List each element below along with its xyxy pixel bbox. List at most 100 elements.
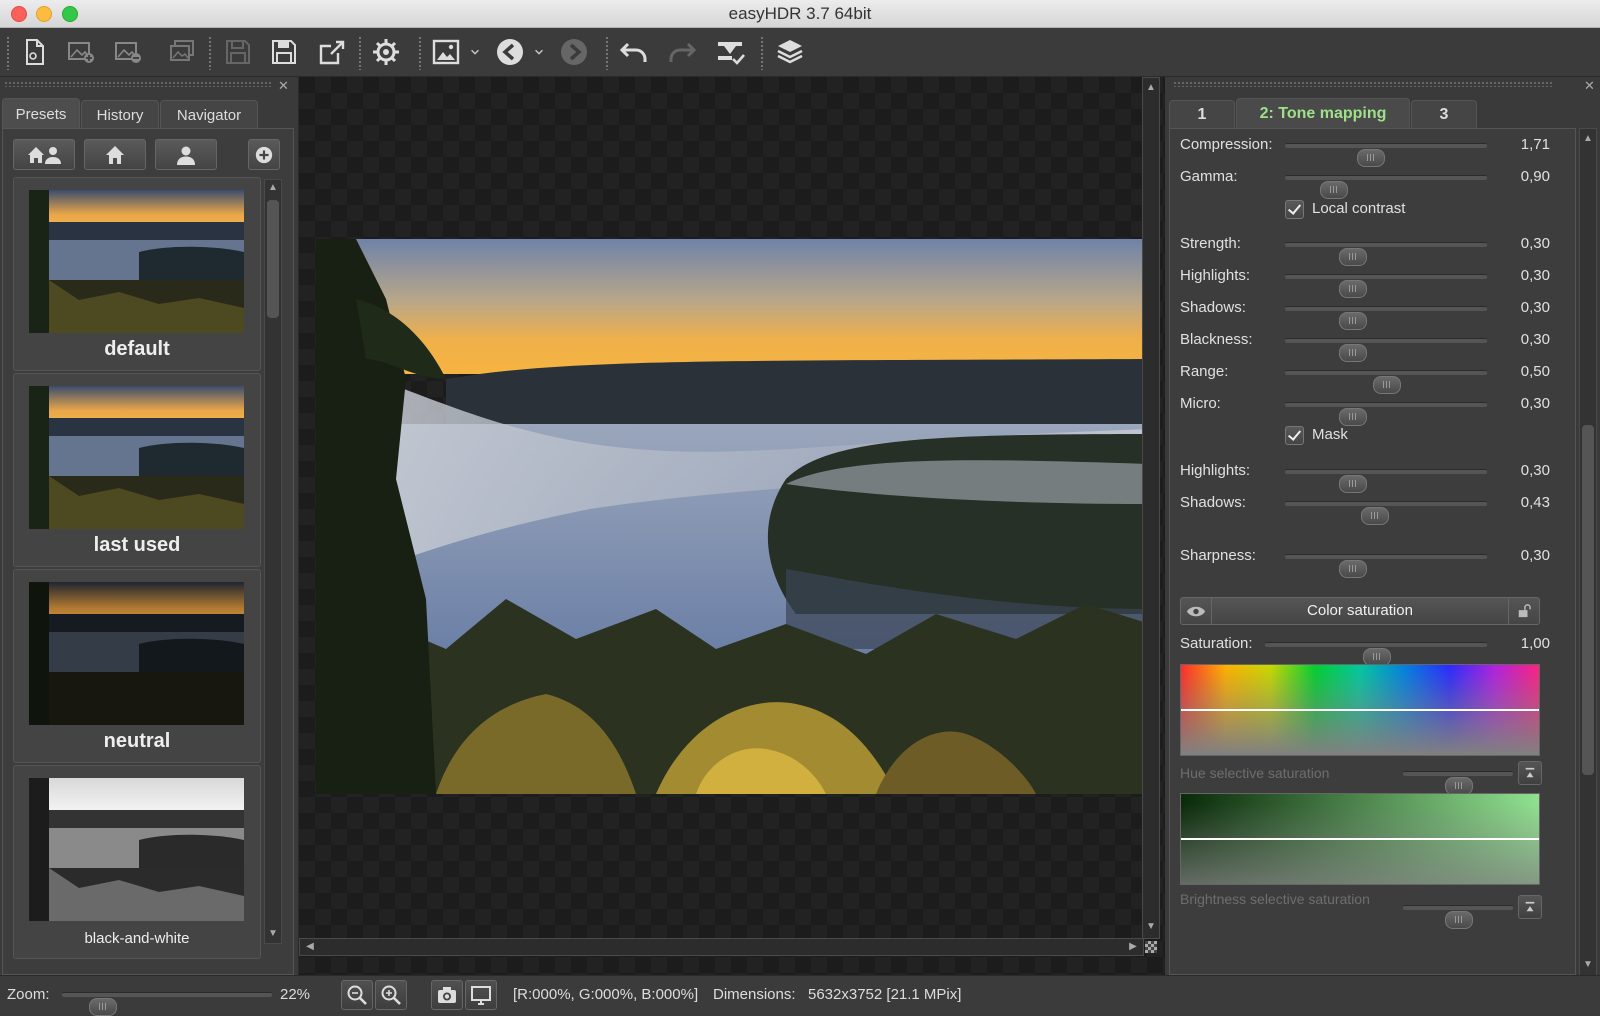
scroll-down-icon[interactable]: ▼ — [265, 928, 281, 939]
scroll-up-icon[interactable]: ▲ — [1143, 82, 1159, 93]
visibility-toggle[interactable] — [1181, 598, 1212, 624]
hdr-image-preview[interactable] — [316, 239, 1150, 794]
compression-slider[interactable] — [1285, 143, 1487, 167]
image-view-dropdown[interactable] — [468, 34, 482, 70]
all-presets-button[interactable] — [13, 139, 75, 170]
settings-scrollbar[interactable]: ▲ ▼ — [1579, 128, 1597, 977]
hue-reset-button[interactable] — [1518, 761, 1542, 785]
image-view-button[interactable] — [428, 34, 464, 70]
sharpness-slider[interactable] — [1285, 554, 1487, 578]
user-icon — [177, 146, 195, 165]
all-presets-icon — [28, 146, 61, 164]
snapshot-button[interactable] — [431, 980, 463, 1010]
toolbar-grip[interactable] — [605, 36, 609, 70]
remove-image-button[interactable] — [110, 34, 146, 70]
save-button[interactable] — [266, 34, 302, 70]
back-button[interactable] — [492, 34, 528, 70]
slider-knob[interactable] — [1445, 911, 1473, 929]
zoom-slider[interactable] — [62, 992, 272, 1016]
range-slider[interactable] — [1285, 370, 1487, 394]
zoom-in-button[interactable] — [375, 980, 407, 1010]
hue-saturation-curve[interactable] — [1180, 664, 1540, 756]
curve-line[interactable] — [1181, 838, 1539, 840]
slider-knob[interactable] — [88, 998, 117, 1016]
batch-button[interactable] — [164, 34, 200, 70]
brightness-saturation-curve[interactable] — [1180, 793, 1540, 885]
image-canvas[interactable]: ▲ ▼ ◀ ▶ — [299, 77, 1165, 975]
close-panel-icon[interactable]: ✕ — [1584, 78, 1595, 94]
scroll-up-icon[interactable]: ▲ — [1580, 133, 1596, 144]
clear-history-button[interactable] — [712, 34, 748, 70]
panel-grip[interactable] — [4, 81, 272, 87]
zoom-out-button[interactable] — [341, 980, 373, 1010]
strength-slider[interactable] — [1285, 242, 1487, 266]
preset-black-and-white[interactable]: black-and-white — [13, 765, 261, 959]
checkbox-box[interactable] — [1285, 426, 1304, 445]
save-disabled-button[interactable] — [220, 34, 256, 70]
scroll-right-icon[interactable]: ▶ — [1125, 941, 1141, 952]
add-preset-button[interactable] — [248, 139, 280, 170]
new-document-button[interactable] — [16, 34, 52, 70]
canvas-horizontal-scrollbar[interactable]: ◀ ▶ — [299, 938, 1144, 956]
slider-row: Sharpness: 0,30 — [1180, 542, 1550, 578]
shadows-slider[interactable] — [1285, 306, 1487, 330]
lock-button[interactable] — [1508, 598, 1539, 624]
tab-step-1[interactable]: 1 — [1169, 100, 1235, 129]
back-dropdown[interactable] — [532, 34, 546, 70]
slider-knob[interactable] — [1338, 408, 1367, 426]
home-icon — [106, 145, 124, 164]
redo-button[interactable] — [664, 34, 700, 70]
mask-highlights-slider[interactable] — [1285, 469, 1487, 493]
slider-knob[interactable] — [1360, 507, 1389, 525]
export-button[interactable] — [314, 34, 350, 70]
tab-tone-mapping[interactable]: 2: Tone mapping — [1236, 98, 1410, 129]
saturation-slider[interactable] — [1265, 642, 1487, 666]
slider-knob[interactable] — [1338, 560, 1367, 578]
hue-selective-slider[interactable] — [1403, 771, 1513, 795]
tab-step-3[interactable]: 3 — [1411, 100, 1477, 129]
preset-default[interactable]: default — [13, 177, 261, 371]
preset-neutral[interactable]: neutral — [13, 569, 261, 763]
scrollbar-thumb[interactable] — [1582, 425, 1594, 775]
scroll-down-icon[interactable]: ▼ — [1143, 921, 1159, 932]
checkbox-box[interactable] — [1285, 200, 1304, 219]
color-saturation-header[interactable]: Color saturation — [1180, 597, 1540, 625]
scroll-up-icon[interactable]: ▲ — [265, 182, 281, 193]
slider-knob[interactable] — [1320, 181, 1349, 199]
scrollbar-thumb[interactable] — [267, 200, 279, 318]
canvas-vertical-scrollbar[interactable]: ▲ ▼ — [1142, 77, 1160, 939]
mask-shadows-slider[interactable] — [1285, 501, 1487, 525]
preset-last-used[interactable]: last used — [13, 373, 261, 567]
micro-slider[interactable] — [1285, 402, 1487, 426]
fullscreen-preview-button[interactable] — [465, 980, 497, 1010]
gamma-slider[interactable] — [1285, 175, 1487, 199]
close-panel-icon[interactable]: ✕ — [278, 78, 289, 94]
add-image-button[interactable] — [63, 34, 99, 70]
tab-presets[interactable]: Presets — [2, 98, 80, 129]
canvas-background-toggle[interactable] — [1145, 941, 1157, 953]
scroll-down-icon[interactable]: ▼ — [1580, 959, 1596, 970]
undo-button[interactable] — [616, 34, 652, 70]
scroll-left-icon[interactable]: ◀ — [302, 941, 318, 952]
toolbar-grip[interactable] — [6, 36, 10, 70]
curve-line[interactable] — [1181, 709, 1539, 711]
brightness-reset-button[interactable] — [1518, 895, 1542, 919]
redo-icon — [669, 42, 697, 62]
toolbar-grip[interactable] — [358, 36, 362, 70]
panel-grip[interactable] — [1173, 81, 1553, 87]
user-presets-button[interactable] — [155, 139, 217, 170]
home-presets-button[interactable] — [84, 139, 146, 170]
toolbar-grip[interactable] — [418, 36, 422, 70]
presets-scrollbar[interactable]: ▲ ▼ — [264, 179, 282, 944]
toolbar-grip[interactable] — [208, 36, 212, 70]
forward-button[interactable] — [556, 34, 592, 70]
blackness-slider[interactable] — [1285, 338, 1487, 362]
tab-navigator[interactable]: Navigator — [160, 100, 258, 129]
settings-icon — [373, 39, 399, 65]
tab-history[interactable]: History — [81, 100, 159, 129]
settings-button[interactable] — [368, 34, 404, 70]
toolbar-grip[interactable] — [760, 36, 764, 70]
highlights-slider[interactable] — [1285, 274, 1487, 298]
layers-button[interactable] — [772, 34, 808, 70]
brightness-selective-slider[interactable] — [1403, 905, 1513, 929]
